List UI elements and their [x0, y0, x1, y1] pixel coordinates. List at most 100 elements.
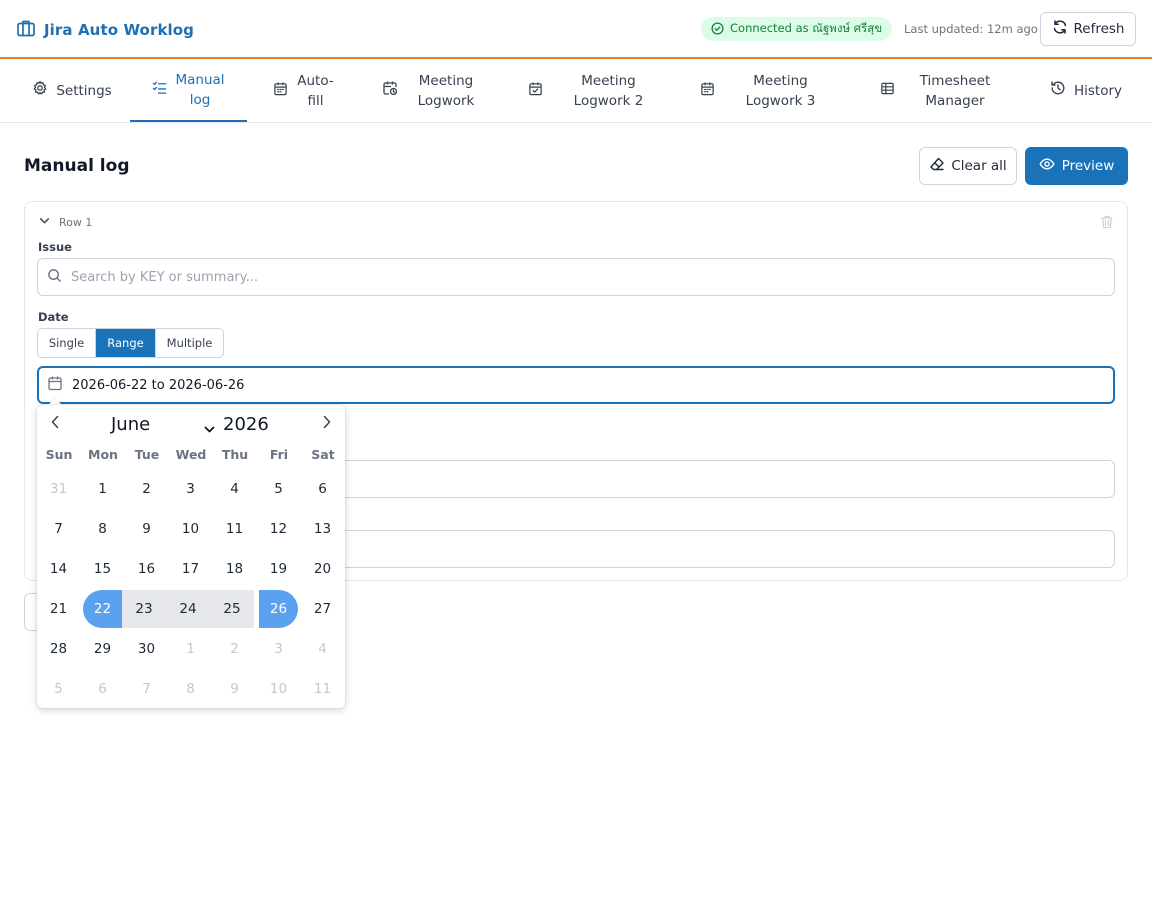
date-label: Date [38, 310, 69, 324]
issue-search-input[interactable] [71, 269, 971, 285]
app-title: Jira Auto Worklog [44, 21, 195, 39]
tab-label: Manual log [175, 72, 225, 108]
calendar-day[interactable]: 7 [127, 670, 166, 708]
calendar-day[interactable]: 30 [127, 630, 166, 668]
calendar-icon [47, 375, 63, 395]
date-mode-range[interactable]: Range [96, 329, 155, 357]
connection-status-badge: Connected as ณัฐพงษ์ ศรีสุข [701, 17, 893, 41]
calendar-day[interactable]: 21 [39, 590, 78, 628]
calendar-day[interactable]: 4 [215, 470, 254, 508]
next-month-button[interactable] [319, 413, 335, 433]
calendar-day[interactable]: 4 [303, 630, 342, 668]
calendar-day[interactable]: 3 [171, 470, 210, 508]
table-icon [880, 81, 895, 102]
tab-label: Settings [56, 83, 112, 99]
calendar-day[interactable]: 13 [303, 510, 342, 548]
date-range-value: 2026-06-22 to 2026-06-26 [72, 377, 245, 393]
tab-settings[interactable]: Settings [22, 60, 122, 122]
weekday-label: Tue [134, 447, 160, 462]
calendar-day[interactable]: 8 [83, 510, 122, 548]
calendar-day[interactable]: 2 [215, 630, 254, 668]
calendar-day[interactable]: 1 [83, 470, 122, 508]
preview-button[interactable]: Preview [1025, 147, 1128, 185]
calendar-pointer [48, 398, 62, 405]
tab-timesheet-manager[interactable]: Timesheet Manager [866, 60, 1021, 122]
refresh-label: Refresh [1073, 21, 1125, 37]
calendar-day[interactable]: 29 [83, 630, 122, 668]
calendar-day[interactable]: 11 [303, 670, 342, 708]
calendar-check-icon [528, 81, 543, 102]
calendar-day[interactable]: 6 [303, 470, 342, 508]
last-updated-text: Last updated: 12m ago [904, 22, 1038, 36]
calendar-day-in-range[interactable]: 23 [122, 590, 166, 628]
tab-auto-fill[interactable]: Auto-fill [259, 60, 349, 122]
tab-meeting-logwork-3[interactable]: Meeting Logwork 3 [694, 60, 844, 122]
calendar-popup: June 2026 Sun Mon Tue Wed Thu Fri Sat 31… [37, 405, 345, 708]
calendar-day[interactable]: 1 [171, 630, 210, 668]
row-header[interactable]: Row 1 [38, 214, 92, 230]
calendar-day[interactable]: 9 [215, 670, 254, 708]
delete-row-trash-icon[interactable] [1099, 214, 1115, 234]
calendar-day-in-range[interactable]: 24 [166, 590, 210, 628]
tab-meeting-logwork-2[interactable]: Meeting Logwork 2 [522, 60, 672, 122]
calendar-day[interactable]: 10 [171, 510, 210, 548]
calendar-day[interactable]: 17 [171, 550, 210, 588]
weekday-label: Sun [45, 447, 73, 462]
calendar-day[interactable]: 2 [127, 470, 166, 508]
calendar-day-range-end[interactable]: 26 [259, 590, 298, 628]
calendar-day-in-range[interactable]: 25 [210, 590, 254, 628]
issue-search-field[interactable] [37, 258, 1115, 296]
check-circle-icon [711, 20, 724, 39]
calendar-day[interactable]: 6 [83, 670, 122, 708]
calendar-day[interactable]: 5 [259, 470, 298, 508]
tab-meeting-logwork[interactable]: Meeting Logwork [364, 60, 504, 122]
tab-label: Auto-fill [297, 73, 334, 109]
calendar-icon [700, 81, 715, 102]
calendar-day[interactable]: 10 [259, 670, 298, 708]
calendar-day[interactable]: 9 [127, 510, 166, 548]
calendar-day[interactable]: 8 [171, 670, 210, 708]
tab-label: History [1073, 83, 1123, 99]
calendar-day[interactable]: 12 [259, 510, 298, 548]
calendar-day-range-start[interactable]: 22 [83, 590, 122, 628]
connection-status-text: Connected as ณัฐพงษ์ ศรีสุข [730, 21, 883, 35]
weekday-label: Thu [221, 447, 249, 462]
year-input[interactable]: 2026 [223, 414, 269, 435]
calendar-day[interactable]: 28 [39, 630, 78, 668]
prev-month-button[interactable] [47, 413, 63, 433]
clear-all-button[interactable]: Clear all [919, 147, 1017, 185]
clear-all-label: Clear all [951, 158, 1007, 174]
month-select[interactable]: June [111, 414, 150, 435]
chevron-right-icon [322, 414, 332, 433]
calendar-day[interactable]: 5 [39, 670, 78, 708]
app-header: Jira Auto Worklog Connected as ณัฐพงษ์ ศ… [0, 0, 1152, 59]
calendar-day[interactable]: 31 [39, 470, 78, 508]
tab-history[interactable]: History [1040, 60, 1132, 122]
calendar-day[interactable]: 19 [259, 550, 298, 588]
chevron-down-icon [38, 214, 51, 230]
calendar-day[interactable]: 16 [127, 550, 166, 588]
page-title: Manual log [24, 156, 130, 176]
weekday-label: Mon [88, 447, 118, 462]
tab-manual-log[interactable]: Manual log [130, 60, 247, 122]
calendar-day[interactable]: 7 [39, 510, 78, 548]
history-icon [1050, 80, 1066, 102]
calendar-clock-icon [382, 80, 398, 102]
calendar-day[interactable]: 11 [215, 510, 254, 548]
calendar-day[interactable]: 18 [215, 550, 254, 588]
calendar-day[interactable]: 27 [303, 590, 342, 628]
tab-bar: Settings Manual log Auto-fill Meeting Lo… [0, 60, 1152, 123]
refresh-button[interactable]: Refresh [1040, 12, 1136, 46]
chevron-down-icon [204, 419, 215, 438]
brand: Jira Auto Worklog [16, 18, 194, 42]
calendar-day[interactable]: 15 [83, 550, 122, 588]
date-mode-toggle: Single Range Multiple [37, 328, 224, 358]
date-range-field[interactable]: 2026-06-22 to 2026-06-26 [37, 366, 1115, 404]
calendar-day[interactable]: 14 [39, 550, 78, 588]
calendar-day[interactable]: 20 [303, 550, 342, 588]
date-mode-multiple[interactable]: Multiple [155, 329, 223, 357]
row-title: Row 1 [59, 215, 93, 229]
calendar-day[interactable]: 3 [259, 630, 298, 668]
date-mode-single[interactable]: Single [38, 329, 96, 357]
calendar-icon [273, 81, 288, 102]
